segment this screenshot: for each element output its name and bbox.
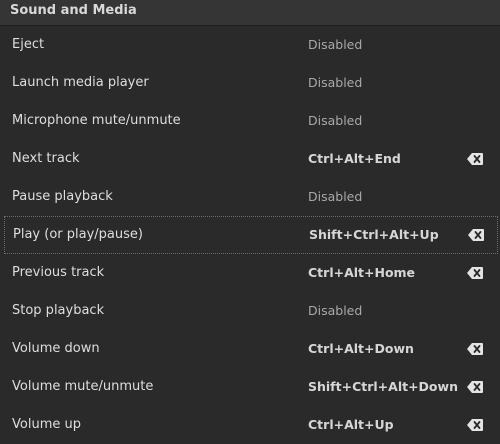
shortcut-row[interactable]: Microphone mute/unmute Disabled bbox=[0, 102, 500, 140]
shortcut-name: Volume up bbox=[12, 417, 81, 432]
shortcut-row[interactable]: Volume mute/unmute Shift+Ctrl+Alt+Down bbox=[0, 368, 500, 406]
clear-shortcut-button[interactable] bbox=[467, 343, 487, 357]
clear-shortcut-button[interactable] bbox=[468, 229, 488, 243]
shortcut-accelerator[interactable]: Ctrl+Alt+Home bbox=[308, 265, 415, 280]
shortcut-row[interactable]: Eject Disabled bbox=[0, 26, 500, 64]
shortcut-name: Pause playback bbox=[12, 189, 113, 204]
shortcut-row[interactable]: Launch media player Disabled bbox=[0, 64, 500, 102]
shortcut-accelerator[interactable]: Disabled bbox=[308, 303, 362, 318]
shortcut-row[interactable]: Volume up Ctrl+Alt+Up bbox=[0, 406, 500, 444]
shortcut-name: Volume down bbox=[12, 341, 100, 356]
shortcut-name: Previous track bbox=[12, 265, 105, 280]
shortcut-name: Play (or play/pause) bbox=[13, 227, 143, 242]
shortcut-name: Volume mute/unmute bbox=[12, 379, 154, 394]
shortcut-name: Next track bbox=[12, 151, 80, 166]
shortcut-row[interactable]: Play (or play/pause) Shift+Ctrl+Alt+Up bbox=[4, 216, 498, 254]
clear-shortcut-button[interactable] bbox=[467, 153, 487, 167]
section-header: Sound and Media bbox=[0, 0, 500, 26]
shortcut-accelerator[interactable]: Disabled bbox=[308, 189, 362, 204]
shortcut-row[interactable]: Pause playback Disabled bbox=[0, 178, 500, 216]
shortcut-name: Eject bbox=[12, 37, 45, 52]
clear-shortcut-button[interactable] bbox=[467, 381, 487, 395]
shortcut-name: Microphone mute/unmute bbox=[12, 113, 181, 128]
shortcut-accelerator[interactable]: Ctrl+Alt+End bbox=[308, 151, 401, 166]
shortcut-list: Eject Disabled Launch media player Disabled… bbox=[0, 26, 500, 444]
shortcut-accelerator[interactable]: Shift+Ctrl+Alt+Down bbox=[308, 379, 458, 394]
shortcut-accelerator[interactable]: Disabled bbox=[308, 113, 362, 128]
edit-clear-icon bbox=[467, 419, 487, 431]
section-title: Sound and Media bbox=[10, 3, 137, 18]
shortcut-row[interactable]: Next track Ctrl+Alt+End bbox=[0, 140, 500, 178]
shortcut-row[interactable]: Volume down Ctrl+Alt+Down bbox=[0, 330, 500, 368]
edit-clear-icon bbox=[467, 267, 487, 279]
clear-shortcut-button[interactable] bbox=[467, 267, 487, 281]
shortcut-accelerator[interactable]: Disabled bbox=[308, 37, 362, 52]
shortcut-row[interactable]: Previous track Ctrl+Alt+Home bbox=[0, 254, 500, 292]
edit-clear-icon bbox=[467, 153, 487, 165]
shortcut-row[interactable]: Stop playback Disabled bbox=[0, 292, 500, 330]
edit-clear-icon bbox=[467, 343, 487, 355]
shortcut-accelerator[interactable]: Shift+Ctrl+Alt+Up bbox=[309, 227, 439, 242]
shortcut-accelerator[interactable]: Disabled bbox=[308, 75, 362, 90]
clear-shortcut-button[interactable] bbox=[467, 419, 487, 433]
shortcut-name: Launch media player bbox=[12, 75, 149, 90]
edit-clear-icon bbox=[467, 381, 487, 393]
shortcut-accelerator[interactable]: Ctrl+Alt+Down bbox=[308, 341, 414, 356]
edit-clear-icon bbox=[468, 229, 488, 241]
shortcut-accelerator[interactable]: Ctrl+Alt+Up bbox=[308, 417, 394, 432]
shortcut-name: Stop playback bbox=[12, 303, 105, 318]
